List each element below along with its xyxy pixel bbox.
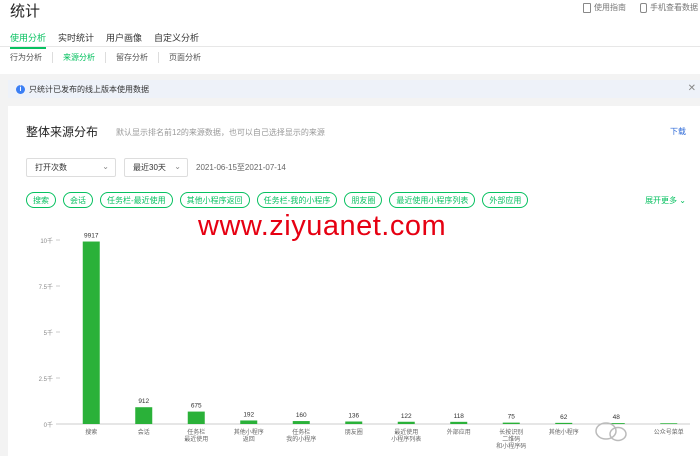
x-tick-label: 最近使用 <box>394 428 418 436</box>
subtab-source[interactable]: 来源分析 <box>53 52 106 63</box>
x-tick-label: 搜索 <box>85 428 97 436</box>
tabs-divider <box>0 46 700 47</box>
x-tick-label: 朋友圈 <box>345 428 363 436</box>
subtab-page[interactable]: 页面分析 <box>159 52 211 63</box>
notice-bar: i 只统计已发布的线上版本使用数据 ✕ <box>8 80 700 98</box>
watermark: www.ziyuanet.com <box>198 210 447 242</box>
x-tick-label: 其他小程序 <box>234 428 264 436</box>
x-tick-label: 外部应用 <box>447 428 471 436</box>
bar <box>135 407 153 424</box>
y-tick-label: 5千 <box>44 329 53 337</box>
bar <box>555 422 573 424</box>
info-icon: i <box>16 84 25 94</box>
y-tick-label: 7.5千 <box>39 283 53 291</box>
y-tick-label: 2.5千 <box>39 375 53 383</box>
close-icon[interactable]: ✕ <box>688 83 696 94</box>
bar-data-label: 192 <box>243 411 254 418</box>
x-tick-label: 会话 <box>138 428 150 436</box>
bar-data-label: 9917 <box>84 233 99 240</box>
x-tick-label: 任务栏 <box>292 428 310 436</box>
x-tick-label: 小程序列表 <box>391 435 421 443</box>
y-tick-label: 10千 <box>40 237 53 245</box>
x-tick-label: 和小程序码 <box>496 442 526 450</box>
sub-tabs: 行为分析 来源分析 留存分析 页面分析 <box>10 52 211 63</box>
bar-data-label: 122 <box>401 413 412 420</box>
x-tick-label: 返回 <box>243 436 255 443</box>
y-tick-label: 0千 <box>44 421 53 429</box>
x-tick-label: 二维码 <box>502 435 520 443</box>
bar-data-label: 675 <box>191 403 202 410</box>
subtab-retention[interactable]: 留存分析 <box>106 52 159 63</box>
x-tick-label: 最近使用 <box>184 435 208 443</box>
bar <box>240 420 258 424</box>
source-bar-chart: 0千2.5千5千7.5千10千9917搜索912会话675任务栏最近使用192其… <box>39 233 690 450</box>
bar <box>82 241 100 424</box>
x-tick-label: 我的小程序 <box>286 435 316 443</box>
bar <box>397 421 415 424</box>
phone-icon <box>640 2 647 13</box>
bar-data-label: 62 <box>560 414 568 421</box>
document-icon <box>583 2 591 13</box>
top-bar: 统计 使用指南 手机查看数据 使用分析 实时统计 用户画像 自定义分析 行为分析… <box>0 0 700 74</box>
bar <box>292 421 310 424</box>
x-tick-label: 长按识别 <box>499 428 523 436</box>
bar-data-label: 912 <box>138 398 149 405</box>
bar <box>450 421 468 424</box>
guide-link-label: 使用指南 <box>594 3 626 12</box>
bar-data-label: 75 <box>508 414 516 421</box>
bar <box>502 422 520 424</box>
mobile-view-link-label: 手机查看数据 <box>650 3 698 12</box>
bar <box>345 421 363 424</box>
source-distribution-card: 整体来源分布 默认显示排名前12的来源数据，也可以自己选择显示的来源 下载 打开… <box>8 106 700 456</box>
top-links: 使用指南 手机查看数据 <box>583 2 698 13</box>
bar-data-label: 118 <box>454 413 465 420</box>
page-title: 统计 <box>10 3 41 20</box>
guide-link[interactable]: 使用指南 <box>583 2 626 13</box>
wechat-logo-icon <box>595 422 627 442</box>
bar <box>187 411 205 424</box>
notice-text: 只统计已发布的线上版本使用数据 <box>29 84 149 94</box>
subtab-behavior[interactable]: 行为分析 <box>10 52 53 63</box>
mobile-view-link[interactable]: 手机查看数据 <box>640 2 698 13</box>
x-tick-label: 其他小程序 <box>549 428 579 436</box>
x-tick-label: 任务栏 <box>187 428 205 436</box>
bar-data-label: 160 <box>296 412 307 419</box>
bar-data-label: 136 <box>348 412 359 419</box>
